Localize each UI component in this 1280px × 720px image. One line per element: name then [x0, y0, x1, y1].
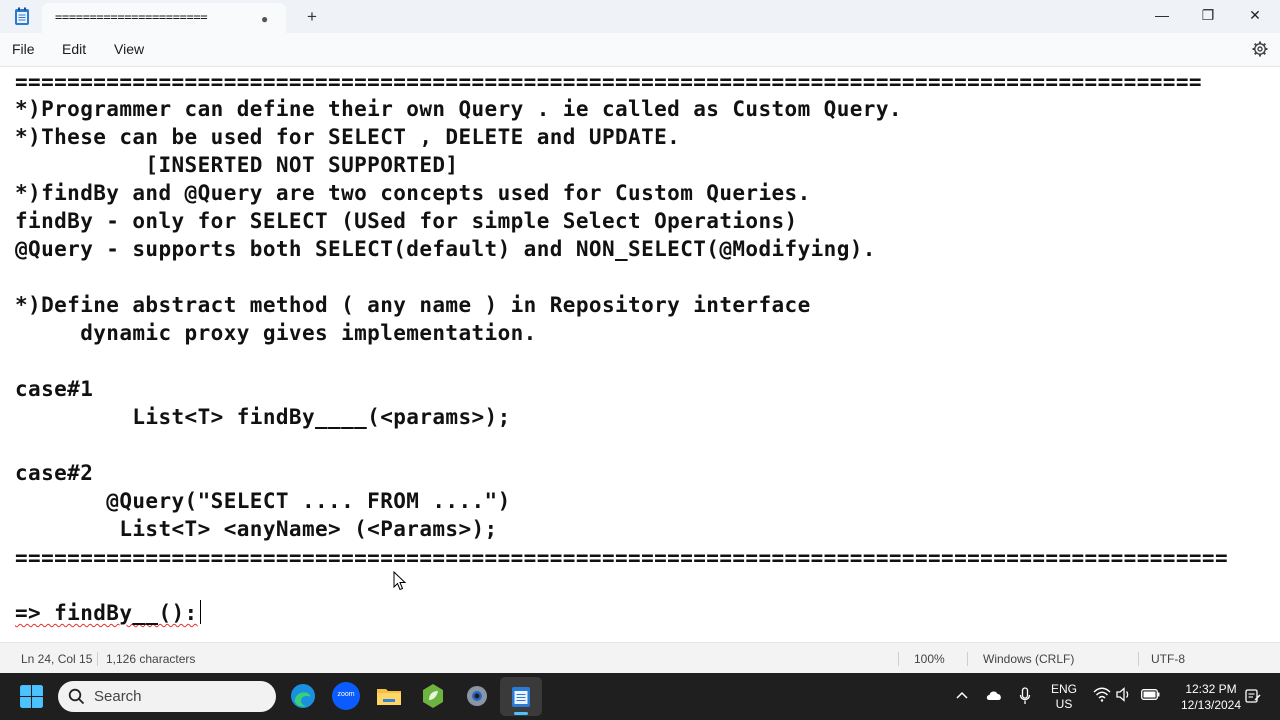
- character-count: 1,126 characters: [106, 652, 196, 666]
- language-code: ENG: [1050, 682, 1077, 696]
- status-bar: Ln 24, Col 15 1,126 characters 100% Wind…: [0, 642, 1280, 673]
- settings-app-icon[interactable]: [463, 682, 491, 710]
- wifi-icon[interactable]: [1093, 687, 1111, 702]
- taskbar-search[interactable]: Search: [58, 681, 276, 712]
- status-divider: [898, 652, 899, 666]
- editor-line-5: *)findBy and @Query are two concepts use…: [15, 181, 811, 205]
- clock-date: 12/13/2024: [1180, 698, 1242, 712]
- file-explorer-icon[interactable]: [375, 682, 403, 710]
- windows-start-icon[interactable]: [19, 684, 44, 709]
- editor-line-3: *)These can be used for SELECT , DELETE …: [15, 125, 681, 149]
- tab-document[interactable]: ====================== ●: [42, 3, 286, 33]
- keyboard-region: US: [1055, 697, 1073, 711]
- edge-browser-icon[interactable]: [289, 682, 317, 710]
- editor-line-1: ========================================…: [15, 70, 1202, 94]
- editor-line-10: dynamic proxy gives implementation.: [15, 321, 537, 345]
- zoom-app-label: zoom: [337, 691, 355, 698]
- editor-line-2: *)Programmer can define their own Query …: [15, 95, 902, 123]
- editor-line-16: @Query("SELECT .... FROM ...."): [15, 489, 511, 513]
- mouse-pointer-icon: [393, 571, 407, 591]
- maximize-button[interactable]: ❐: [1185, 0, 1231, 33]
- editor-line-15: case#2: [15, 461, 94, 485]
- onedrive-cloud-icon[interactable]: [985, 688, 1003, 702]
- editor-line-20: => findBy__():: [15, 599, 201, 627]
- cursor-line-text: => findBy__():: [15, 601, 198, 625]
- status-divider: [967, 652, 968, 666]
- new-tab-button[interactable]: +: [302, 7, 322, 27]
- title-bar: ====================== ● + — ❐ ✕: [0, 0, 1280, 33]
- gear-icon[interactable]: [1252, 41, 1268, 57]
- search-placeholder: Search: [94, 688, 142, 705]
- menu-view[interactable]: View: [114, 41, 144, 57]
- microphone-icon[interactable]: [1019, 687, 1031, 705]
- language-indicator[interactable]: ENG US: [1048, 682, 1080, 712]
- clock[interactable]: 12:32 PM 12/13/2024: [1176, 681, 1246, 713]
- notepad-taskbar-active[interactable]: [500, 677, 542, 716]
- cursor-position: Ln 24, Col 15: [21, 652, 93, 666]
- chevron-up-icon[interactable]: [955, 690, 969, 700]
- unsaved-dot-icon[interactable]: ●: [261, 12, 271, 26]
- menu-edit[interactable]: Edit: [62, 41, 86, 57]
- line-2-text: *)Programmer can define their own Query …: [15, 97, 902, 121]
- volume-icon[interactable]: [1116, 687, 1132, 702]
- notepad-icon: [15, 7, 29, 25]
- close-button[interactable]: ✕: [1232, 0, 1278, 33]
- zoom-level[interactable]: 100%: [914, 652, 945, 666]
- menu-file[interactable]: File: [12, 41, 35, 57]
- search-icon: [68, 688, 85, 705]
- editor-line-18: ========================================…: [15, 546, 1229, 570]
- notepad-icon: [512, 687, 530, 707]
- minimize-button[interactable]: —: [1139, 0, 1185, 33]
- editor-line-4: [INSERTED NOT SUPPORTED]: [15, 153, 459, 177]
- zoom-app-icon[interactable]: zoom: [332, 682, 360, 710]
- line-ending[interactable]: Windows (CRLF): [983, 652, 1074, 666]
- status-divider: [1138, 652, 1139, 666]
- taskbar: Search zoom ENG US 12:32 PM 12/13/2024: [0, 673, 1280, 720]
- editor-line-17: List<T> <anyName> (<Params>);: [15, 517, 498, 541]
- editor-line-9: *)Define abstract method ( any name ) in…: [15, 293, 811, 317]
- encoding[interactable]: UTF-8: [1151, 652, 1185, 666]
- status-divider: [97, 652, 98, 666]
- editor-line-7: @Query - supports both SELECT(default) a…: [15, 237, 876, 261]
- tab-title: ======================: [55, 10, 208, 24]
- spring-tool-suite-icon[interactable]: [419, 682, 447, 710]
- editor-line-6: findBy - only for SELECT (USed for simpl…: [15, 209, 798, 233]
- menu-bar: File Edit View: [0, 33, 1280, 67]
- editor-line-13: List<T> findBy____(<params>);: [15, 405, 511, 429]
- text-editor[interactable]: ========================================…: [0, 67, 1280, 642]
- notification-icon[interactable]: [1245, 688, 1261, 704]
- battery-icon[interactable]: [1141, 689, 1160, 700]
- active-indicator: [514, 712, 528, 715]
- text-caret: [199, 600, 201, 624]
- clock-time: 12:32 PM: [1185, 682, 1237, 696]
- editor-line-12: case#1: [15, 377, 94, 401]
